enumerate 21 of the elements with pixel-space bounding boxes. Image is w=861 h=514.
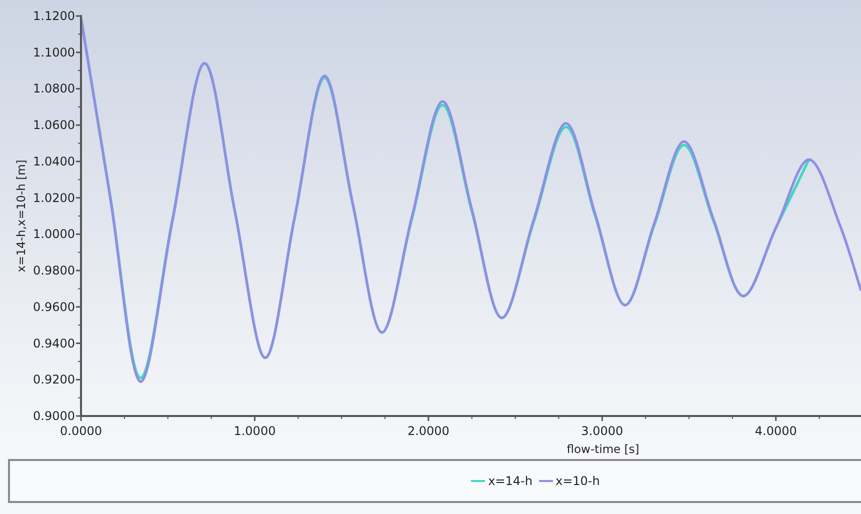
- tick-label: 0.0000: [60, 424, 102, 438]
- tick-label: 1.1000: [33, 45, 75, 60]
- tick-label: 1.0400: [33, 154, 75, 168]
- tick-label: 0.9400: [33, 336, 75, 350]
- tick-label: 2.0000: [407, 424, 450, 438]
- tick-label: 0.9000: [33, 409, 75, 423]
- tick-label: 1.0000: [33, 227, 75, 242]
- legend-label: x=14-h: [488, 474, 532, 488]
- tick-label: 1.0800: [33, 82, 75, 96]
- tick-label: 1.1200: [33, 9, 75, 23]
- axis-title: x=14-h,x=10-h [m]: [14, 160, 28, 272]
- tick-label: 4.0000: [754, 424, 797, 438]
- tick-label: 1.0600: [33, 118, 75, 132]
- tick-label: 1.0200: [33, 190, 75, 205]
- tick-label: 0.9200: [33, 372, 75, 387]
- tick-label: 3.0000: [581, 424, 624, 438]
- legend-label: x=10-h: [556, 474, 600, 488]
- axis-title: flow-time [s]: [566, 442, 640, 456]
- tick-label: 1.0000: [234, 424, 276, 438]
- tick-label: 0.9800: [33, 264, 75, 278]
- tick-label: 0.9600: [33, 300, 75, 314]
